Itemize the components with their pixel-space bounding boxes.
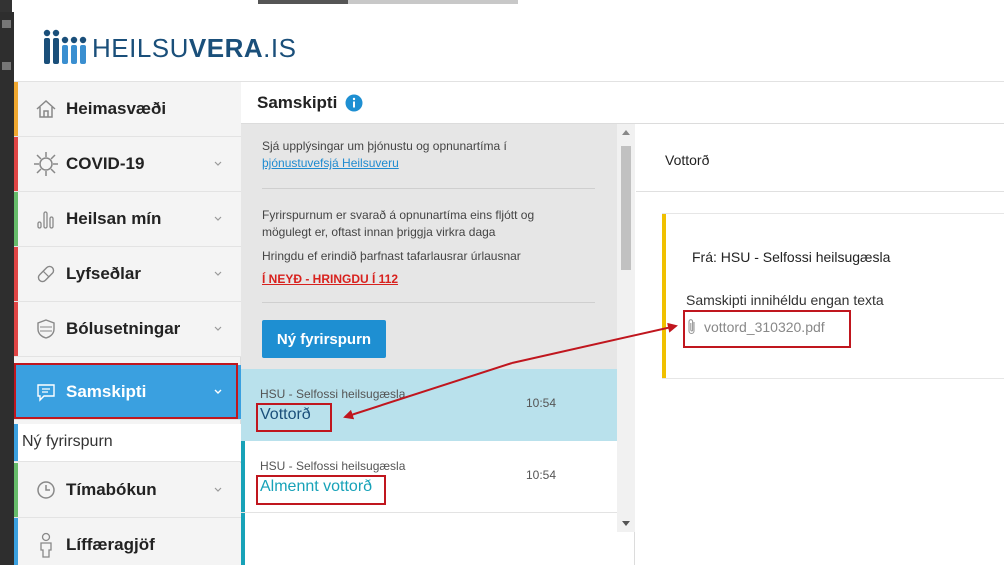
sidebar-subitem-label: Ný fyrirspurn xyxy=(22,433,113,450)
scroll-up-icon[interactable] xyxy=(622,130,630,135)
unread-accent xyxy=(241,441,245,512)
sidebar-item-covid[interactable]: COVID-19 xyxy=(14,137,241,192)
item-accent xyxy=(14,424,18,461)
divider xyxy=(636,191,1004,192)
sidebar-item-bolusetningar[interactable]: Bólusetningar xyxy=(14,302,241,357)
sidebar-item-label: Lyfseðlar xyxy=(66,264,141,283)
card-accent xyxy=(662,214,666,378)
window-edge xyxy=(348,0,518,4)
detail-body: Samskipti innihéldu engan texta xyxy=(686,292,884,308)
annotation-box xyxy=(14,363,238,419)
info-text: mögulegt er, oftast innan þriggja virkra… xyxy=(262,225,496,239)
divider xyxy=(262,188,595,189)
window-edge xyxy=(0,0,12,12)
annotation-box xyxy=(683,310,851,348)
info-box: Sjá upplýsingar um þjónustu og opnunartí… xyxy=(241,124,617,369)
page-title: Samskipti xyxy=(257,93,338,112)
item-accent xyxy=(14,192,18,246)
annotation-box xyxy=(256,475,386,505)
sidebar-item-heilsan-min[interactable]: Heilsan mín xyxy=(14,192,241,247)
item-accent xyxy=(14,463,18,517)
bar-chart-icon xyxy=(32,205,60,233)
chevron-down-icon xyxy=(214,326,222,331)
message-time: 10:54 xyxy=(526,396,557,410)
item-accent xyxy=(14,247,18,301)
chevron-down-icon xyxy=(214,161,222,166)
item-accent xyxy=(14,518,18,565)
sidebar-item-heimasvaedi[interactable]: Heimasvæði xyxy=(14,82,241,137)
unread-accent xyxy=(241,513,245,565)
chevron-down-icon xyxy=(214,271,222,276)
chevron-down-icon xyxy=(214,216,222,221)
emergency-link[interactable]: Í NEYÐ - HRINGDU Í 112 xyxy=(262,272,398,286)
logo-text-light: HEILSU xyxy=(92,32,189,63)
detail-sender: Frá: HSU - Selfossi heilsugæsla xyxy=(692,249,891,265)
message-list-scrollbar[interactable] xyxy=(617,124,635,532)
info-text: Fyrirspurnum er svarað á opnunartíma ein… xyxy=(262,208,535,222)
sidebar-item-label: Tímabókun xyxy=(66,480,157,499)
sidebar-nav: Heimasvæði COVID-19 Heilsan mín Lyfseðla… xyxy=(14,82,241,565)
service-link-wrapper: þjónustuvefsjá Heilsuveru xyxy=(262,155,399,172)
window-edge xyxy=(258,0,348,4)
virus-icon xyxy=(32,150,60,178)
message-time: 10:54 xyxy=(526,468,557,482)
message-sender: HSU - Selfossi heilsugæsla xyxy=(260,387,406,401)
desktop-icon xyxy=(2,20,11,28)
sidebar-item-label: Heimasvæði xyxy=(66,99,167,118)
sidebar-item-lyfsedlar[interactable]: Lyfseðlar xyxy=(14,247,241,302)
logo-text: HEILSUVERA.IS xyxy=(92,33,296,64)
annotation-box xyxy=(256,403,332,432)
sidebar-item-liffaeragjof[interactable]: Líffæragjöf xyxy=(14,518,241,565)
detail-title: Vottorð xyxy=(665,152,710,168)
person-icon xyxy=(32,531,60,559)
sidebar-item-label: Bólusetningar xyxy=(66,319,181,338)
desktop-icon xyxy=(2,62,11,70)
service-link[interactable]: þjónustuvefsjá Heilsuveru xyxy=(262,156,399,170)
sidebar-item-label: Heilsan mín xyxy=(66,209,162,228)
scroll-down-icon[interactable] xyxy=(622,521,630,526)
home-icon xyxy=(32,95,60,123)
sidebar-subitem-ny-fyrirspurn[interactable]: Ný fyrirspurn xyxy=(14,424,241,462)
sidebar-item-timabokun[interactable]: Tímabókun xyxy=(14,463,241,518)
clock-icon xyxy=(32,476,60,504)
window-top-strip xyxy=(0,0,1004,12)
sidebar-item-label: COVID-19 xyxy=(66,154,145,173)
item-accent xyxy=(14,302,18,356)
chevron-down-icon xyxy=(214,487,222,492)
logo-text-suffix: .IS xyxy=(263,32,297,63)
people-logo-icon xyxy=(43,29,87,64)
message-item[interactable] xyxy=(241,513,617,565)
section-header: Samskipti xyxy=(241,82,1004,124)
shield-icon xyxy=(32,315,60,343)
item-accent xyxy=(14,82,18,136)
info-text: Hringdu ef erindið þarfnast tafarlausrar… xyxy=(262,249,521,263)
new-inquiry-button[interactable]: Ný fyrirspurn xyxy=(262,320,386,358)
sidebar-item-label: Líffæragjöf xyxy=(66,535,155,554)
logo-text-bold: VERA xyxy=(188,32,264,63)
site-header: HEILSUVERA.IS xyxy=(14,12,1004,82)
scroll-thumb[interactable] xyxy=(621,146,631,270)
message-sender: HSU - Selfossi heilsugæsla xyxy=(260,459,406,473)
desktop-edge xyxy=(0,12,14,565)
item-accent xyxy=(14,137,18,191)
heilsuvera-logo[interactable]: HEILSUVERA.IS xyxy=(42,29,296,67)
info-text: Sjá upplýsingar um þjónustu og opnunartí… xyxy=(262,139,507,153)
message-detail-card: Frá: HSU - Selfossi heilsugæsla Samskipt… xyxy=(662,213,1004,379)
divider xyxy=(262,302,595,303)
info-icon[interactable] xyxy=(345,94,363,112)
screenshot: HEILSUVERA.IS Heimasvæði COVID-19 Heilsa… xyxy=(0,0,1004,565)
pill-icon xyxy=(32,260,60,288)
